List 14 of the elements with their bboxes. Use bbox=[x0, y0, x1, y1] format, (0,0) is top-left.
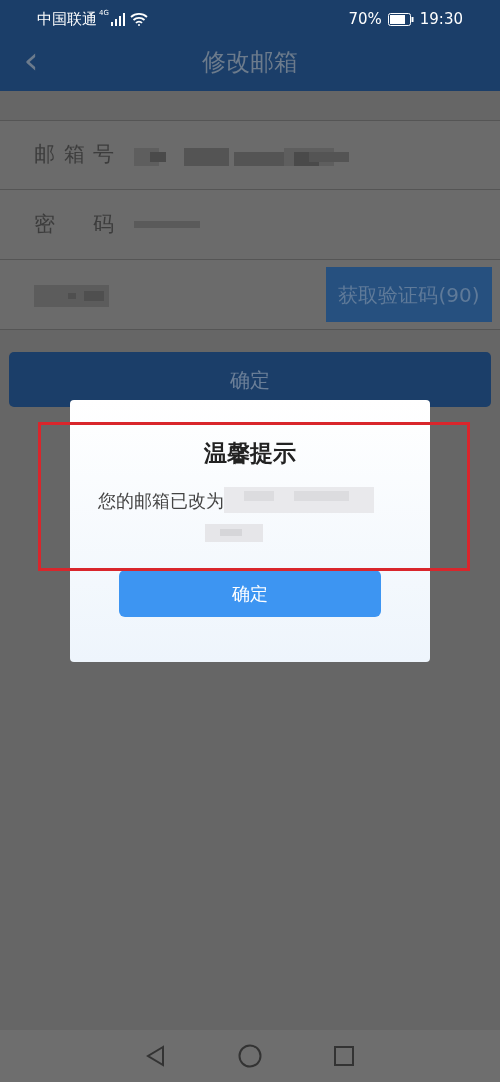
dialog-confirm-button[interactable]: 确定 bbox=[119, 569, 381, 617]
dialog-title: 温馨提示 bbox=[204, 439, 296, 468]
carrier: 中国联通 bbox=[37, 8, 97, 30]
home-icon[interactable] bbox=[238, 1044, 262, 1068]
battery-icon bbox=[387, 12, 414, 26]
page-title: 修改邮箱 bbox=[201, 46, 299, 78]
dialog-message: 您的邮箱已改为 bbox=[98, 488, 224, 513]
clock: 19:30 bbox=[419, 8, 463, 30]
get-code-button[interactable]: 获取验证码(90) bbox=[326, 267, 492, 322]
wifi-icon bbox=[129, 12, 148, 26]
signal-icon bbox=[110, 12, 125, 26]
recents-icon[interactable] bbox=[332, 1045, 355, 1067]
battery-percent: 70% bbox=[348, 8, 382, 30]
back-button[interactable]: ‹ bbox=[0, 40, 62, 83]
